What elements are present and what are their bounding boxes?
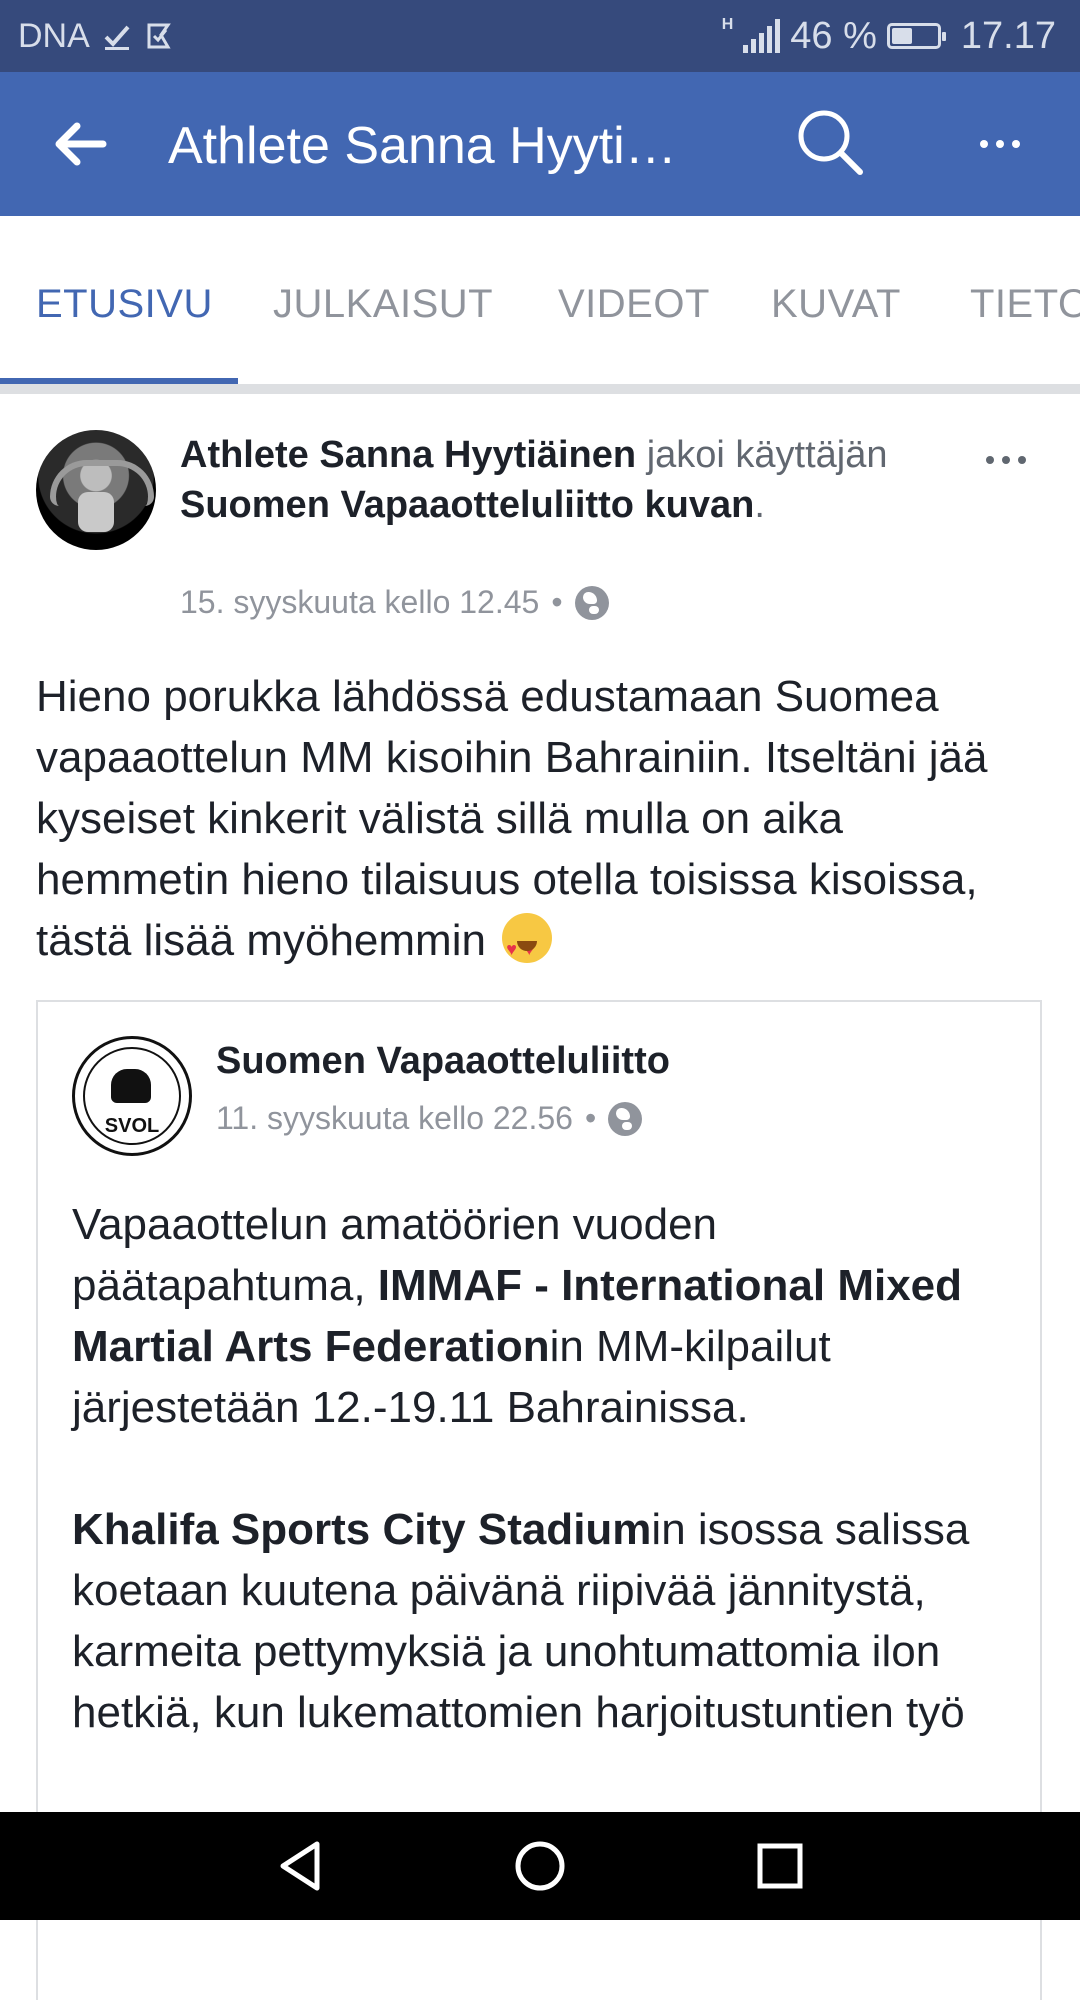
nav-recents-button[interactable] — [740, 1836, 820, 1896]
avatar[interactable] — [36, 430, 156, 550]
meta-separator: • — [584, 1100, 597, 1136]
network-type: H — [721, 16, 734, 33]
battery-percent: 46 % — [790, 14, 877, 57]
fighters-icon — [111, 1069, 151, 1103]
shared-from-link[interactable]: Suomen Vapaaotteluliitto — [180, 484, 634, 526]
post-timestamp[interactable]: 15. syyskuuta kello 12.45 — [180, 584, 539, 621]
post-action-user: käyttäjän — [735, 434, 888, 476]
arrow-left-icon — [55, 122, 107, 166]
page-title: Athlete Sanna Hyyti… — [168, 117, 677, 175]
status-left: DNA — [18, 0, 174, 72]
post-meta: 15. syyskuuta kello 12.45 • — [180, 584, 609, 621]
period: . — [754, 484, 765, 526]
shared-paragraph-2: Khalifa Sports City Stadiumin isossa sal… — [72, 1499, 1012, 1743]
search-button[interactable] — [790, 102, 874, 186]
tab-kuvat[interactable]: KUVAT — [771, 282, 901, 327]
nav-recents-square-icon — [757, 1843, 803, 1889]
battery-level — [891, 28, 912, 44]
tab-videot[interactable]: VIDEOT — [558, 282, 710, 327]
meta-separator: • — [551, 584, 563, 620]
shared-paragraph-1: Vapaaottelun amatöörien vuoden päätapaht… — [72, 1194, 1012, 1438]
post-author[interactable]: Athlete Sanna Hyytiäinen — [180, 434, 636, 476]
shared-post-meta: 11. syyskuuta kello 22.56 • — [216, 1100, 643, 1137]
post-action-shared: jakoi — [646, 434, 725, 476]
divider — [0, 384, 1080, 394]
shared-object-link[interactable]: kuvan — [645, 484, 755, 526]
page-tabs: ETUSIVU JULKAISUT VIDEOT KUVAT TIETO — [0, 216, 1080, 384]
system-nav-bar — [0, 1812, 1080, 1920]
status-bar: DNA H 46 % 17.17 — [0, 0, 1080, 72]
app-bar: Athlete Sanna Hyyti… — [0, 72, 1080, 216]
signal-icon — [743, 19, 781, 53]
post-text: Hieno porukka lähdössä edustamaan Suomea… — [36, 666, 1046, 980]
page-logo[interactable]: SVOL — [72, 1036, 192, 1156]
carrier-label: DNA — [18, 16, 90, 55]
nav-back-button[interactable] — [260, 1836, 340, 1896]
globe-icon — [608, 1101, 643, 1136]
battery-icon — [886, 23, 946, 49]
post-more-button[interactable] — [966, 430, 1046, 490]
search-icon — [798, 110, 863, 175]
download-done-icon — [104, 25, 130, 50]
stadium-link[interactable]: Khalifa Sports City Stadium — [72, 1505, 651, 1554]
nav-home-circle-icon — [515, 1841, 565, 1891]
shared-page-name[interactable]: Suomen Vapaaotteluliitto — [216, 1040, 670, 1083]
shared-post-timestamp[interactable]: 11. syyskuuta kello 22.56 — [216, 1100, 573, 1137]
post-header: Athlete Sanna Hyytiäinen jakoi käyttäjän… — [180, 430, 900, 530]
tab-tieto[interactable]: TIETO — [970, 282, 1080, 327]
more-options-button[interactable] — [960, 102, 1040, 186]
more-dots-icon — [986, 456, 1026, 464]
tab-etusivu[interactable]: ETUSIVU — [36, 282, 213, 327]
clock: 17.17 — [960, 14, 1056, 57]
status-right: H 46 % 17.17 — [722, 0, 1056, 72]
logo-text: SVOL — [104, 1115, 160, 1137]
nav-back-triangle-icon — [280, 1841, 320, 1891]
back-button[interactable] — [44, 108, 116, 180]
nav-home-button[interactable] — [500, 1836, 580, 1896]
tab-julkaisut[interactable]: JULKAISUT — [273, 282, 493, 327]
notification-flag-icon — [147, 23, 171, 49]
shared-post-text: Vapaaottelun amatöörien vuoden päätapaht… — [72, 1194, 1012, 1804]
more-dots-icon — [980, 140, 1020, 148]
heart-eyes-emoji-icon — [502, 913, 553, 980]
globe-icon — [574, 585, 609, 620]
